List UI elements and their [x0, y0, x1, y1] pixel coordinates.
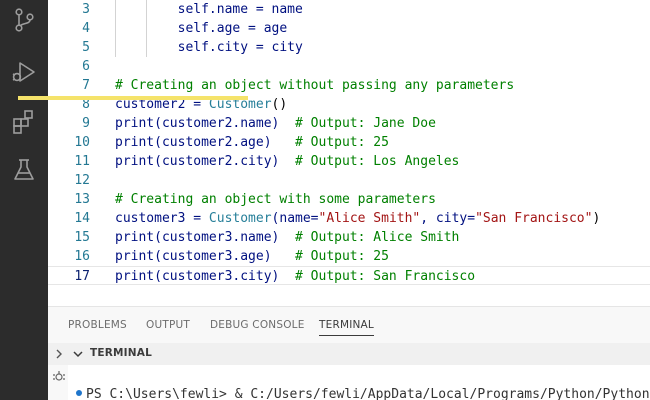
line-number: 14: [74, 211, 90, 226]
source-control-icon[interactable]: [10, 6, 38, 34]
code-token: print(customer2.name): [115, 116, 296, 131]
code-line[interactable]: 9 print(customer2.name) # Output: Jane Do…: [48, 114, 650, 133]
line-number: 6: [82, 59, 90, 74]
terminal-section-title: TERMINAL: [90, 347, 152, 359]
code-line[interactable]: 11 print(customer2.city) # Output: Los An…: [48, 152, 650, 171]
code-line[interactable]: 6: [48, 57, 650, 76]
tab-debug-console[interactable]: DEBUG CONSOLE: [210, 319, 305, 331]
line-number: 11: [74, 154, 90, 169]
code-token: # Creating an object without passing any…: [115, 78, 515, 93]
terminal-section-header[interactable]: TERMINAL: [48, 343, 650, 365]
code-text: # Creating an object with some parameter…: [115, 190, 436, 209]
chevron-down-icon[interactable]: [72, 348, 84, 360]
code-token: (name=: [271, 211, 319, 226]
terminal-command-text: PS C:\Users\fewli> & C:/Users/fewli/AppD…: [86, 387, 650, 400]
code-token: (): [271, 97, 288, 112]
line-number: 9: [82, 116, 90, 131]
code-token: # Creating an object with some parameter…: [115, 192, 436, 207]
code-token: Customer: [208, 211, 272, 226]
terminal-status-dot-icon: [76, 390, 82, 396]
line-number: 16: [74, 249, 90, 264]
code-text: print(customer2.name) # Output: Jane Doe: [115, 114, 436, 133]
terminal-output[interactable]: PS C:\Users\fewli> & C:/Users/fewli/AppD…: [68, 365, 650, 400]
vscode-window: 3 self.name = name 4 self.age = age 5 self…: [0, 0, 650, 400]
code-text: customer3 = Customer(name="Alice Smith",…: [115, 209, 600, 228]
line-number: 3: [82, 2, 90, 17]
code-line[interactable]: 4 self.age = age: [48, 19, 650, 38]
code-token: self.city = city: [115, 40, 303, 55]
code-text: print(customer2.city) # Output: Los Ange…: [115, 152, 459, 171]
code-text: self.age = age: [115, 19, 288, 38]
terminal-selection-highlight: [18, 96, 248, 100]
code-token: customer3 =: [115, 211, 209, 226]
code-token: self.name = name: [115, 2, 303, 17]
code-line[interactable]: 10 print(customer2.age) # Output: 25: [48, 133, 650, 152]
line-number: 13: [74, 192, 90, 207]
tab-output[interactable]: OUTPUT: [146, 319, 190, 331]
code-line[interactable]: 17 print(customer3.city) # Output: San Fr…: [48, 266, 650, 285]
code-token: ): [592, 211, 601, 226]
code-token: , city=: [420, 211, 476, 226]
chevron-right-icon[interactable]: [52, 347, 66, 361]
code-token: "Alice Smith": [318, 211, 421, 226]
code-token: # Output: Los Angeles: [295, 154, 460, 169]
line-number: 17: [74, 269, 90, 284]
code-line[interactable]: 13 # Creating an object with some paramet…: [48, 190, 650, 209]
code-token: # Output: Alice Smith: [295, 230, 460, 245]
code-editor[interactable]: 3 self.name = name 4 self.age = age 5 self…: [48, 0, 650, 306]
tab-problems[interactable]: PROBLEMS: [68, 319, 127, 331]
code-line[interactable]: 5 self.city = city: [48, 38, 650, 57]
code-text: # Creating an object without passing any…: [115, 76, 514, 95]
code-text: print(customer3.age) # Output: 25: [115, 247, 389, 266]
line-number: 12: [74, 173, 90, 188]
code-line[interactable]: 12: [48, 171, 650, 190]
code-token: self.age = age: [115, 21, 288, 36]
code-text: print(customer3.name) # Output: Alice Sm…: [115, 228, 459, 247]
line-number: 10: [74, 135, 90, 150]
extensions-icon[interactable]: [10, 108, 38, 136]
code-token: # Output: 25: [295, 135, 389, 150]
code-line[interactable]: 16 print(customer3.age) # Output: 25: [48, 247, 650, 266]
code-line[interactable]: 3 self.name = name: [48, 0, 650, 19]
line-number: 4: [82, 21, 90, 36]
tab-terminal[interactable]: TERMINAL: [319, 319, 374, 336]
debug-icon[interactable]: [52, 369, 66, 383]
code-token: print(customer3.city): [115, 269, 296, 284]
code-line[interactable]: 15 print(customer3.name) # Output: Alice …: [48, 228, 650, 247]
code-token: print(customer2.age): [115, 135, 296, 150]
code-token: # Output: Jane Doe: [295, 116, 436, 131]
line-number: 15: [74, 230, 90, 245]
code-text: self.name = name: [115, 0, 303, 19]
code-token: print(customer3.age): [115, 249, 296, 264]
code-token: print(customer3.name): [115, 230, 296, 245]
testing-icon[interactable]: [10, 156, 38, 184]
terminal-command-line: PS C:\Users\fewli> & C:/Users/fewli/AppD…: [76, 387, 650, 400]
bottom-panel: PROBLEMS OUTPUT DEBUG CONSOLE TERMINAL T…: [48, 306, 650, 400]
line-number: 5: [82, 40, 90, 55]
code-line[interactable]: 14 customer3 = Customer(name="Alice Smith…: [48, 209, 650, 228]
run-debug-icon[interactable]: [10, 58, 38, 86]
panel-tab-bar: PROBLEMS OUTPUT DEBUG CONSOLE TERMINAL: [48, 307, 650, 343]
code-text: print(customer2.age) # Output: 25: [115, 133, 389, 152]
code-token: "San Francisco": [475, 211, 593, 226]
code-text: self.city = city: [115, 38, 303, 57]
code-token: # Output: San Francisco: [295, 269, 476, 284]
code-token: print(customer2.city): [115, 154, 296, 169]
code-line[interactable]: 7 # Creating an object without passing an…: [48, 76, 650, 95]
code-text: print(customer3.city) # Output: San Fran…: [115, 267, 475, 286]
activity-bar: [0, 0, 48, 400]
line-number: 7: [82, 78, 90, 93]
code-token: # Output: 25: [295, 249, 389, 264]
